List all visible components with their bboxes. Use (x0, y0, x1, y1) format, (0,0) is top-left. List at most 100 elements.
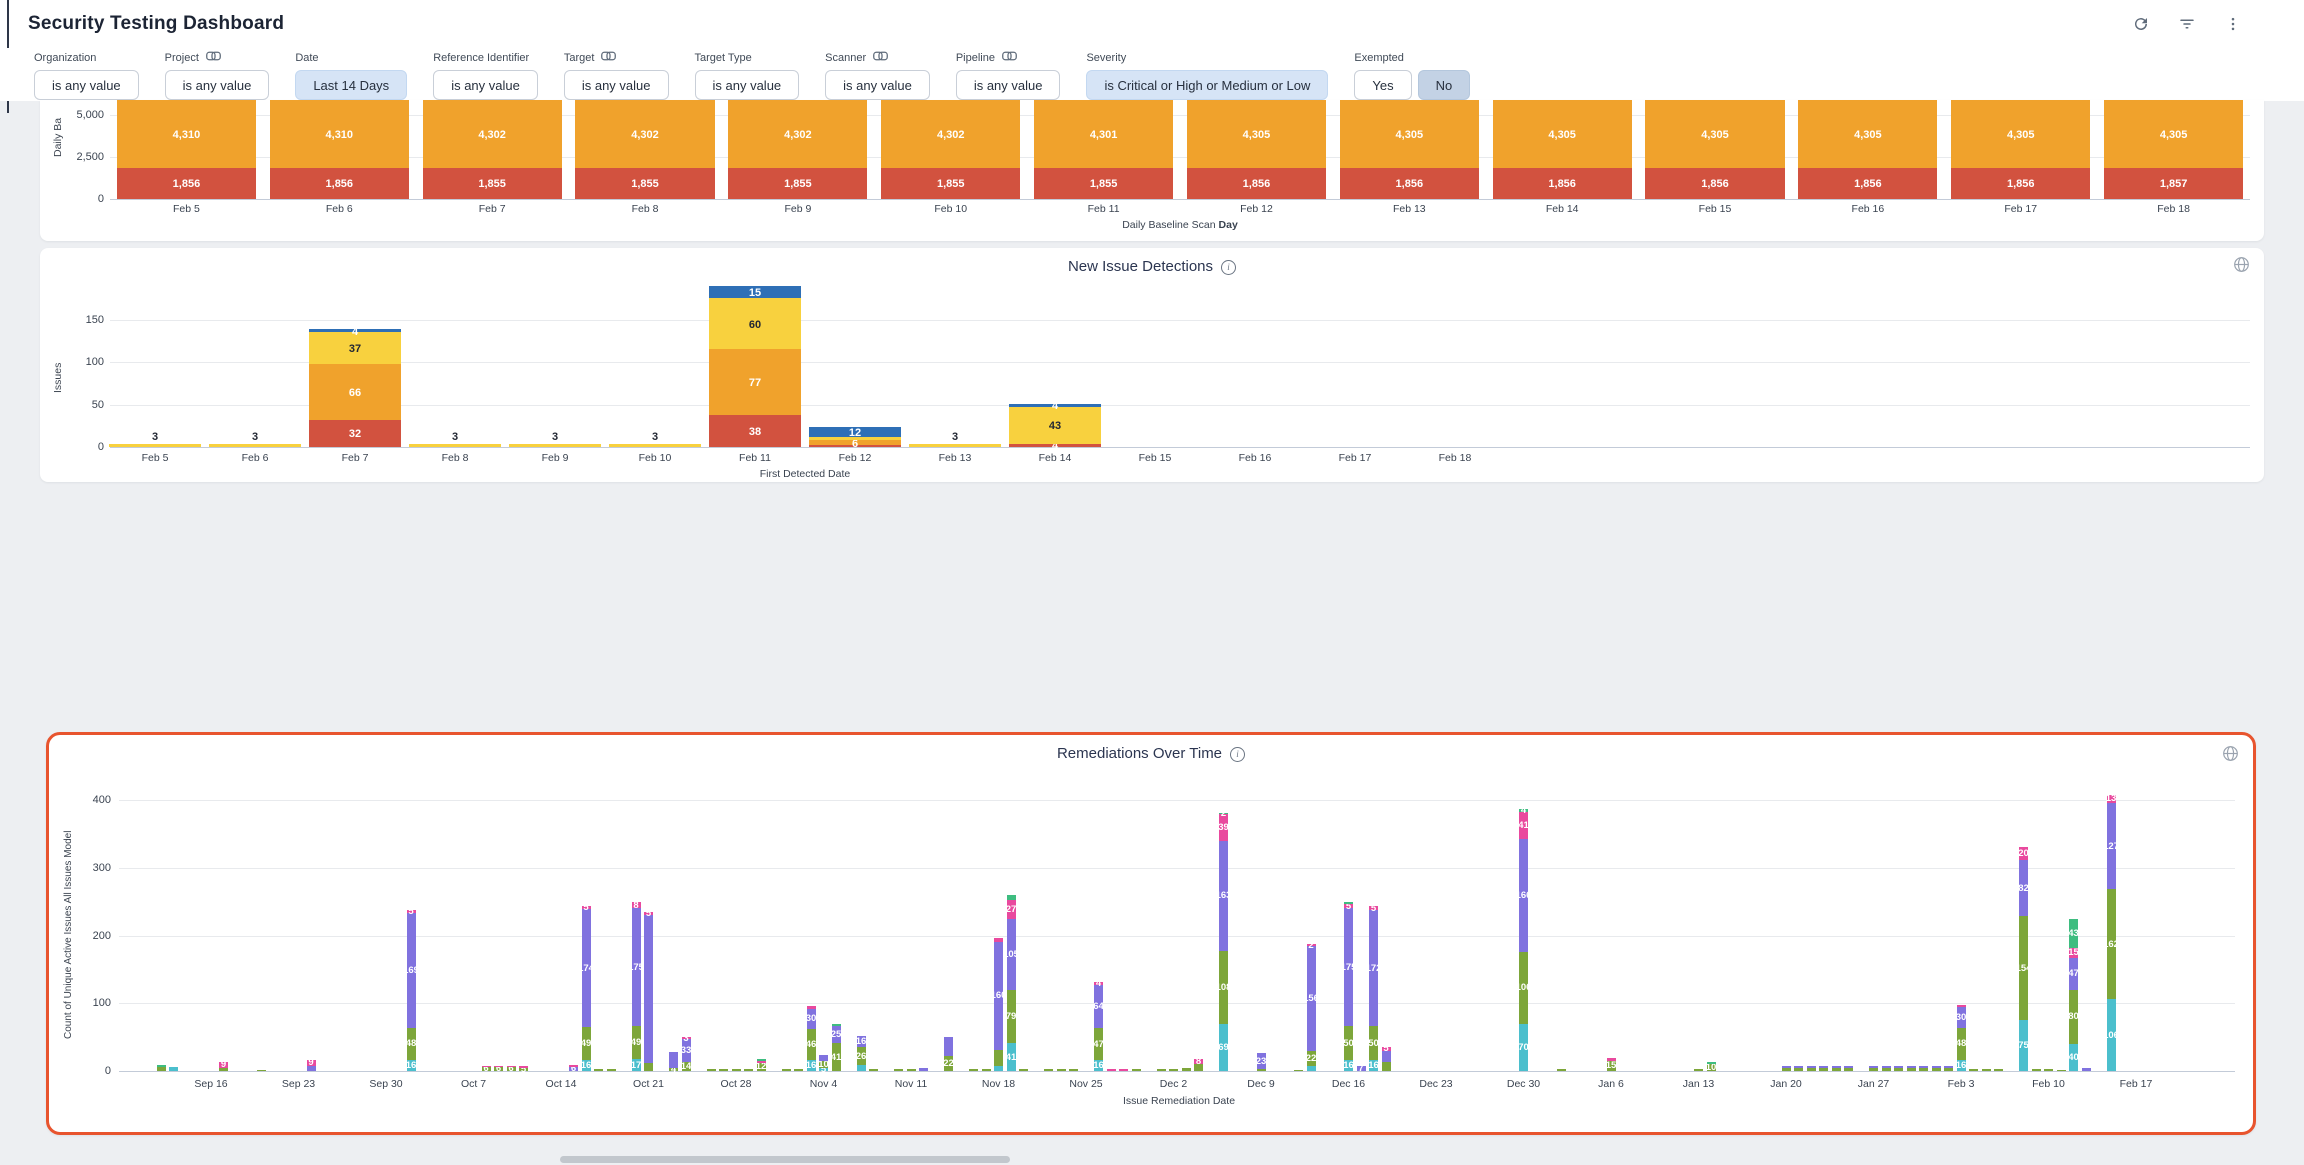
bar-feb-13[interactable]: 3 (909, 444, 1001, 447)
bar-feb-13[interactable]: 1,8564,305 (1340, 100, 1479, 199)
bar-feb-18[interactable]: 1,8574,305 (2104, 100, 2243, 199)
remediation-bar-day-68[interactable] (969, 1069, 978, 1071)
bar-feb-6[interactable]: 1,8564,310 (270, 100, 409, 199)
remediation-bar-day-126[interactable] (1694, 1069, 1703, 1071)
remediation-bar-day-85[interactable] (1182, 1068, 1191, 1071)
remediation-bar-day-95[interactable]: 221562 (1307, 944, 1316, 1071)
info-icon[interactable]: i (1221, 260, 1236, 275)
remediation-bar-day-79[interactable] (1107, 1069, 1116, 1071)
bar-feb-16[interactable]: 1,8564,305 (1798, 100, 1937, 199)
remediation-bar-day-133[interactable] (1782, 1066, 1791, 1071)
remediation-bar-day-38[interactable] (594, 1069, 603, 1071)
remediation-bar-day-119[interactable]: 15 (1607, 1058, 1616, 1071)
bar-feb-9[interactable]: 3 (509, 444, 601, 447)
remediation-bar-day-41[interactable]: 17491758 (632, 902, 641, 1071)
globe-icon[interactable] (2233, 256, 2250, 273)
bar-feb-12[interactable]: 1,8564,305 (1187, 100, 1326, 199)
remediation-bar-day-154[interactable] (2044, 1069, 2053, 1071)
remediation-bar-day-59[interactable]: 2616 (857, 1036, 866, 1071)
remediation-bar-day-55[interactable]: 164630 (807, 1006, 816, 1071)
remediation-bar-day-57[interactable]: 4125 (832, 1024, 841, 1071)
remediation-bar-day-98[interactable]: 16501755 (1344, 902, 1353, 1071)
remediation-bar-day-146[interactable] (1944, 1066, 1953, 1071)
remediation-bar-day-136[interactable] (1819, 1066, 1828, 1071)
remediation-bar-day-29[interactable]: 6 (482, 1066, 491, 1071)
remediation-bar-day-60[interactable] (869, 1069, 878, 1071)
bar-feb-11[interactable]: 1,8554,301 (1034, 100, 1173, 199)
remediation-bar-day-45[interactable]: 14333 (682, 1037, 691, 1071)
bar-feb-17[interactable]: 1,8564,305 (1951, 100, 2090, 199)
remediation-bar-day-71[interactable]: 417910527 (1007, 895, 1016, 1071)
bar-feb-11[interactable]: 38776015 (709, 286, 801, 448)
bar-feb-14[interactable]: 4434 (1009, 404, 1101, 447)
remediation-bar-day-127[interactable]: 10 (1707, 1062, 1716, 1071)
remediation-bar-day-51[interactable]: 12 (757, 1059, 766, 1071)
remediation-bar-day-76[interactable] (1069, 1069, 1078, 1071)
remediation-bar-day-63[interactable] (907, 1069, 916, 1071)
remediation-bar-day-44[interactable]: 4 (669, 1052, 678, 1071)
filter-value-chip[interactable]: Last 14 Days (295, 70, 407, 100)
remediation-bar-day-54[interactable] (794, 1069, 803, 1071)
remediation-bar-day-49[interactable] (732, 1069, 741, 1071)
remediation-bar-day-48[interactable] (719, 1069, 728, 1071)
filter-value-chip[interactable]: is any value (34, 70, 139, 100)
bar-feb-6[interactable]: 3 (209, 444, 301, 447)
filter-icon[interactable] (2178, 15, 2196, 33)
remediation-bar-day-100[interactable]: 16501725 (1369, 906, 1378, 1071)
bar-feb-5[interactable]: 1,8564,310 (117, 100, 256, 199)
filter-value-chip[interactable]: is any value (564, 70, 669, 100)
remediation-bar-day-69[interactable] (982, 1069, 991, 1071)
remediation-bar-day-84[interactable] (1169, 1069, 1178, 1071)
remediation-bar-day-4[interactable] (169, 1067, 178, 1071)
remediation-bar-day-31[interactable]: 6 (507, 1066, 516, 1071)
remediation-bar-day-145[interactable] (1932, 1066, 1941, 1071)
remediation-bar-day-134[interactable] (1794, 1066, 1803, 1071)
bar-feb-7[interactable]: 1,8554,302 (423, 100, 562, 199)
remediation-bar-day-91[interactable]: 23 (1257, 1053, 1266, 1071)
remediation-bar-day-83[interactable] (1157, 1069, 1166, 1071)
remediation-bar-day-30[interactable]: 6 (494, 1066, 503, 1071)
filter-value-chip[interactable]: is any value (695, 70, 800, 100)
remediation-bar-day-39[interactable] (607, 1069, 616, 1071)
remediation-bar-day-47[interactable] (707, 1069, 716, 1071)
bar-feb-8[interactable]: 3 (409, 444, 501, 447)
bar-feb-15[interactable]: 1,8564,305 (1645, 100, 1784, 199)
remediation-bar-day-81[interactable] (1132, 1069, 1141, 1071)
remediation-bar-day-94[interactable] (1294, 1070, 1303, 1071)
remediation-bar-day-32[interactable]: 5 (519, 1066, 528, 1071)
filter-option-no[interactable]: No (1418, 70, 1471, 100)
remediation-bar-day-138[interactable] (1844, 1066, 1853, 1071)
remediation-bar-day-149[interactable] (1982, 1069, 1991, 1071)
remediation-bar-day-141[interactable] (1882, 1066, 1891, 1071)
remediation-bar-day-86[interactable]: 8 (1194, 1059, 1203, 1071)
remediation-bar-day-150[interactable] (1994, 1069, 2003, 1071)
remediation-bar-day-64[interactable] (919, 1068, 928, 1071)
remediation-bar-day-8[interactable]: 9 (219, 1062, 228, 1071)
bar-feb-9[interactable]: 1,8554,302 (728, 100, 867, 199)
remediation-bar-day-80[interactable] (1119, 1069, 1128, 1071)
bar-feb-7[interactable]: 3266374 (309, 329, 401, 447)
remediation-bar-day-153[interactable] (2032, 1069, 2041, 1071)
remediation-bar-day-36[interactable]: 6 (569, 1065, 578, 1071)
remediation-bar-day-140[interactable] (1869, 1066, 1878, 1071)
remediation-bar-day-42[interactable]: 5 (644, 912, 653, 1071)
bar-feb-10[interactable]: 1,8554,302 (881, 100, 1020, 199)
remediation-bar-day-99[interactable]: 7 (1357, 1066, 1366, 1071)
remediation-bar-day-70[interactable]: 160 (994, 938, 1003, 1071)
horizontal-scrollbar-thumb[interactable] (560, 1156, 1010, 1163)
refresh-icon[interactable] (2132, 15, 2150, 33)
remediation-bar-day-147[interactable]: 164830 (1957, 1005, 1966, 1071)
remediation-bar-day-75[interactable] (1057, 1069, 1066, 1071)
remediation-bar-day-112[interactable]: 70106166414 (1519, 809, 1528, 1071)
remediation-bar-day-148[interactable] (1969, 1069, 1978, 1071)
bar-feb-12[interactable]: 612 (809, 427, 901, 447)
remediation-bar-day-143[interactable] (1907, 1066, 1916, 1071)
remediation-bar-day-142[interactable] (1894, 1066, 1903, 1071)
filter-value-chip[interactable]: is any value (165, 70, 270, 100)
remediation-bar-day-101[interactable]: 5 (1382, 1047, 1391, 1071)
remediation-bar-day-74[interactable] (1044, 1069, 1053, 1071)
filter-value-chip[interactable]: is any value (956, 70, 1061, 100)
remediation-bar-day-115[interactable] (1557, 1069, 1566, 1071)
remediation-bar-day-53[interactable] (782, 1069, 791, 1071)
remediation-bar-day-3[interactable] (157, 1065, 166, 1071)
